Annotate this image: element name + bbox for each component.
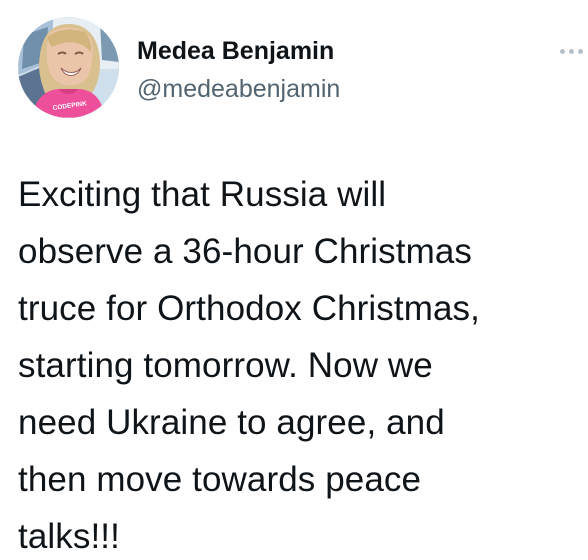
avatar[interactable]: CODEPINK bbox=[18, 17, 119, 118]
tweet-text: Exciting that Russia will observe a 36-h… bbox=[18, 175, 480, 556]
avatar-image: CODEPINK bbox=[18, 17, 119, 118]
tweet-card: CODEPINK Medea Benjamin @medeabenjamin E… bbox=[0, 0, 588, 560]
more-dot bbox=[569, 48, 574, 54]
more-dot bbox=[560, 48, 565, 54]
user-handle[interactable]: @medeabenjamin bbox=[137, 72, 340, 106]
more-dot bbox=[578, 48, 583, 54]
more-options-button[interactable] bbox=[560, 34, 588, 68]
display-name[interactable]: Medea Benjamin bbox=[137, 34, 334, 68]
more-horizontal-icon bbox=[560, 48, 583, 54]
